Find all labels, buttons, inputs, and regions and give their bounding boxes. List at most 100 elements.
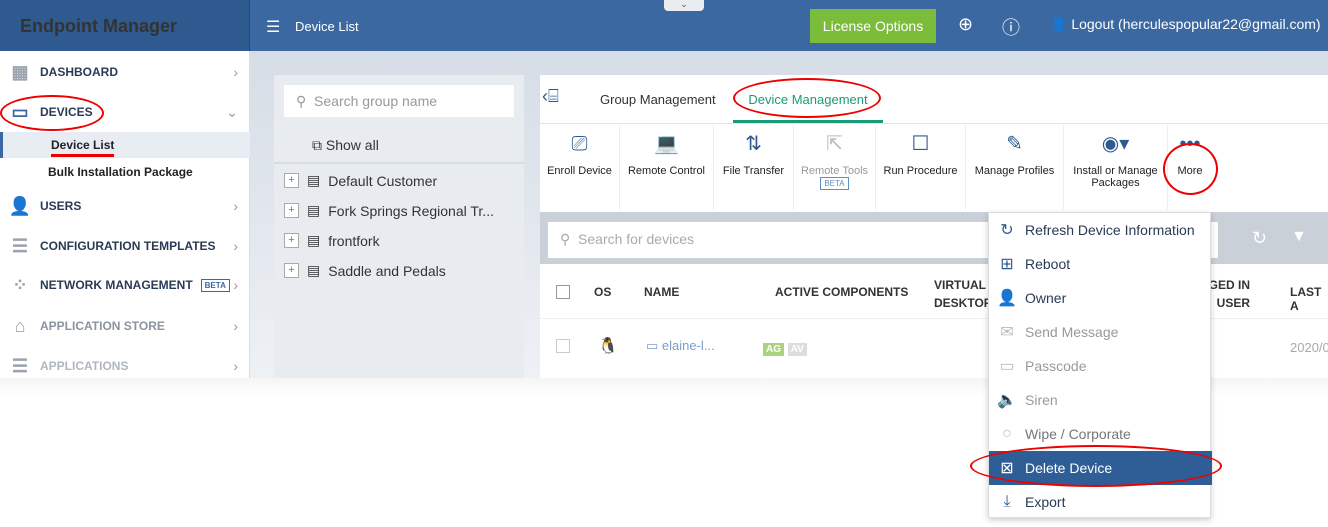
device-name-link[interactable]: ▭ elaine-l... [646, 338, 715, 354]
sidebar-item-application-store[interactable]: ⌂ APPLICATION STORE › [0, 307, 250, 345]
remote-tools-icon: ⇱ [826, 133, 843, 155]
filter-icon[interactable]: ▼ [1291, 228, 1307, 246]
group-search-input[interactable]: ⚲ Search group name [284, 85, 514, 117]
license-options-button[interactable]: License Options [810, 9, 936, 43]
menu-label: Send Message [1025, 324, 1119, 340]
menu-item-passcode[interactable]: ▭ Passcode [989, 349, 1212, 383]
group-item[interactable]: + ▤ Saddle and Pedals [284, 262, 446, 279]
siren-icon: 🔈 [997, 392, 1017, 409]
sidebar-subitem-device-list[interactable]: Device List [0, 132, 250, 158]
column-header-last[interactable]: LAST A [1290, 285, 1328, 313]
menu-item-reboot[interactable]: ⊞ Reboot [989, 247, 1212, 281]
column-header-os[interactable]: OS [594, 285, 611, 299]
group-item[interactable]: + ▤ frontfork [284, 232, 380, 249]
menu-item-refresh-device-information[interactable]: ↻ Refresh Device Information [989, 213, 1212, 247]
hamburger-menu-icon[interactable]: ☰ [266, 17, 280, 37]
collapse-header-chevron-icon[interactable]: ⌄ [664, 0, 704, 11]
sidebar-item-users[interactable]: 👤 USERS › [0, 187, 250, 225]
group-icon: ▤ [307, 202, 321, 218]
group-label: Default Customer [328, 172, 438, 189]
expand-icon[interactable]: + [284, 263, 299, 278]
group-panel [274, 75, 524, 385]
menu-label: Owner [1025, 290, 1067, 306]
sidebar-label: APPLICATION STORE [40, 319, 165, 333]
run-procedure-button[interactable]: ☐ Run Procedure [876, 125, 966, 210]
group-label: frontfork [328, 232, 380, 249]
sidebar-item-network-management[interactable]: ⁘ NETWORK MANAGEMENT BETA › [0, 266, 250, 304]
show-all-button[interactable]: ⧉ Show all [274, 127, 524, 164]
refresh-icon[interactable]: ↻ [1252, 228, 1267, 249]
row-checkbox[interactable] [556, 339, 570, 353]
group-icon: ▤ [307, 262, 321, 278]
laptop-icon: 💻 [654, 133, 679, 155]
enroll-device-button[interactable]: ⎚ Enroll Device [540, 125, 620, 210]
menu-label: Passcode [1025, 358, 1087, 374]
component-badge: AG [763, 343, 784, 356]
remote-control-button[interactable]: 💻 Remote Control [620, 125, 714, 210]
tree-toggle-icon[interactable]: ‹⌸ [542, 86, 559, 107]
expand-icon[interactable]: + [284, 203, 299, 218]
enroll-device-icon: ⎚ [571, 133, 588, 155]
export-icon: ⤓ [1003, 493, 1011, 510]
last-activity: 2020/0 [1290, 340, 1328, 355]
chevron-right-icon: › [233, 358, 238, 374]
group-search-placeholder: Search group name [314, 93, 438, 109]
chevron-right-icon: › [233, 318, 238, 334]
highlight-ring [970, 445, 1222, 487]
sidebar-label: NETWORK MANAGEMENT [40, 278, 193, 292]
beta-badge: BETA [200, 278, 230, 292]
group-icon: ▤ [307, 232, 321, 248]
menu-label: Refresh Device Information [1025, 222, 1195, 238]
menu-label: Reboot [1025, 256, 1071, 272]
sidebar-label: USERS [40, 199, 82, 213]
menu-item-owner[interactable]: 👤 Owner [989, 281, 1212, 315]
packages-icon: ◉▾ [1101, 133, 1130, 155]
message-icon: ✉ [1000, 324, 1014, 341]
beta-badge: BETA [820, 177, 849, 190]
sidebar-item-dashboard[interactable]: ▦ DASHBOARD › [0, 53, 250, 91]
highlight-ring [1163, 143, 1218, 195]
group-item[interactable]: + ▤ Fork Springs Regional Tr... [284, 202, 494, 219]
add-device-icon[interactable]: ⊕ [958, 14, 973, 35]
logout-label: Logout (herculespopular22@gmail.com) [1071, 16, 1321, 32]
install-manage-packages-button[interactable]: ◉▾ Install or Manage Packages [1064, 125, 1168, 210]
tab-group-management[interactable]: Group Management [600, 92, 716, 107]
menu-label: Export [1025, 494, 1066, 510]
menu-item-send-message[interactable]: ✉ Send Message [989, 315, 1212, 349]
show-all-icon: ⧉ [312, 137, 322, 153]
highlight-ring [733, 78, 881, 118]
file-transfer-button[interactable]: ⇅ File Transfer [714, 125, 794, 210]
group-label: Saddle and Pedals [328, 262, 446, 279]
menu-item-export[interactable]: ⤓ Export [989, 485, 1212, 519]
brand-title: Endpoint Manager [0, 0, 250, 51]
column-header-name[interactable]: NAME [644, 285, 679, 299]
page-title: Device List [295, 19, 359, 34]
sidebar-label: APPLICATIONS [40, 359, 129, 373]
user-icon: 👤 [8, 195, 32, 216]
help-icon[interactable]: ⓘ [1002, 14, 1020, 40]
search-icon: ⚲ [560, 231, 571, 247]
sidebar-subitem-bulk-installation[interactable]: Bulk Installation Package [0, 159, 250, 185]
sidebar-sublabel: Device List [51, 138, 115, 157]
column-header-virtual-desktop[interactable]: VIRTUAL DESKTOP [934, 276, 992, 312]
applications-icon: ☰ [11, 355, 29, 376]
sidebar-item-configuration-templates[interactable]: ☰ CONFIGURATION TEMPLATES › [0, 227, 250, 265]
sidebar-label: DASHBOARD [40, 65, 118, 79]
menu-item-siren[interactable]: 🔈 Siren [989, 383, 1212, 417]
manage-profiles-button[interactable]: ✎ Manage Profiles [966, 125, 1064, 210]
sidebar-label: CONFIGURATION TEMPLATES [40, 239, 216, 253]
column-header-active-components[interactable]: ACTIVE COMPONENTS [775, 285, 908, 299]
expand-icon[interactable]: + [284, 233, 299, 248]
dashboard-icon: ▦ [11, 61, 29, 82]
chevron-down-icon: ⌄ [226, 103, 238, 120]
select-all-checkbox[interactable] [556, 285, 570, 299]
run-procedure-icon: ☐ [911, 133, 930, 155]
active-components: AG AV [763, 340, 807, 356]
wipe-icon: ○ [1002, 425, 1012, 442]
remote-tools-button[interactable]: ⇱ Remote Tools BETA [794, 125, 876, 210]
expand-icon[interactable]: + [284, 173, 299, 188]
logout-link[interactable]: 👤 Logout (herculespopular22@gmail.com) [1050, 16, 1321, 33]
network-icon: ⁘ [12, 274, 28, 295]
group-item[interactable]: + ▤ Default Customer [284, 172, 437, 189]
toolbar-label: Run Procedure [883, 165, 958, 177]
